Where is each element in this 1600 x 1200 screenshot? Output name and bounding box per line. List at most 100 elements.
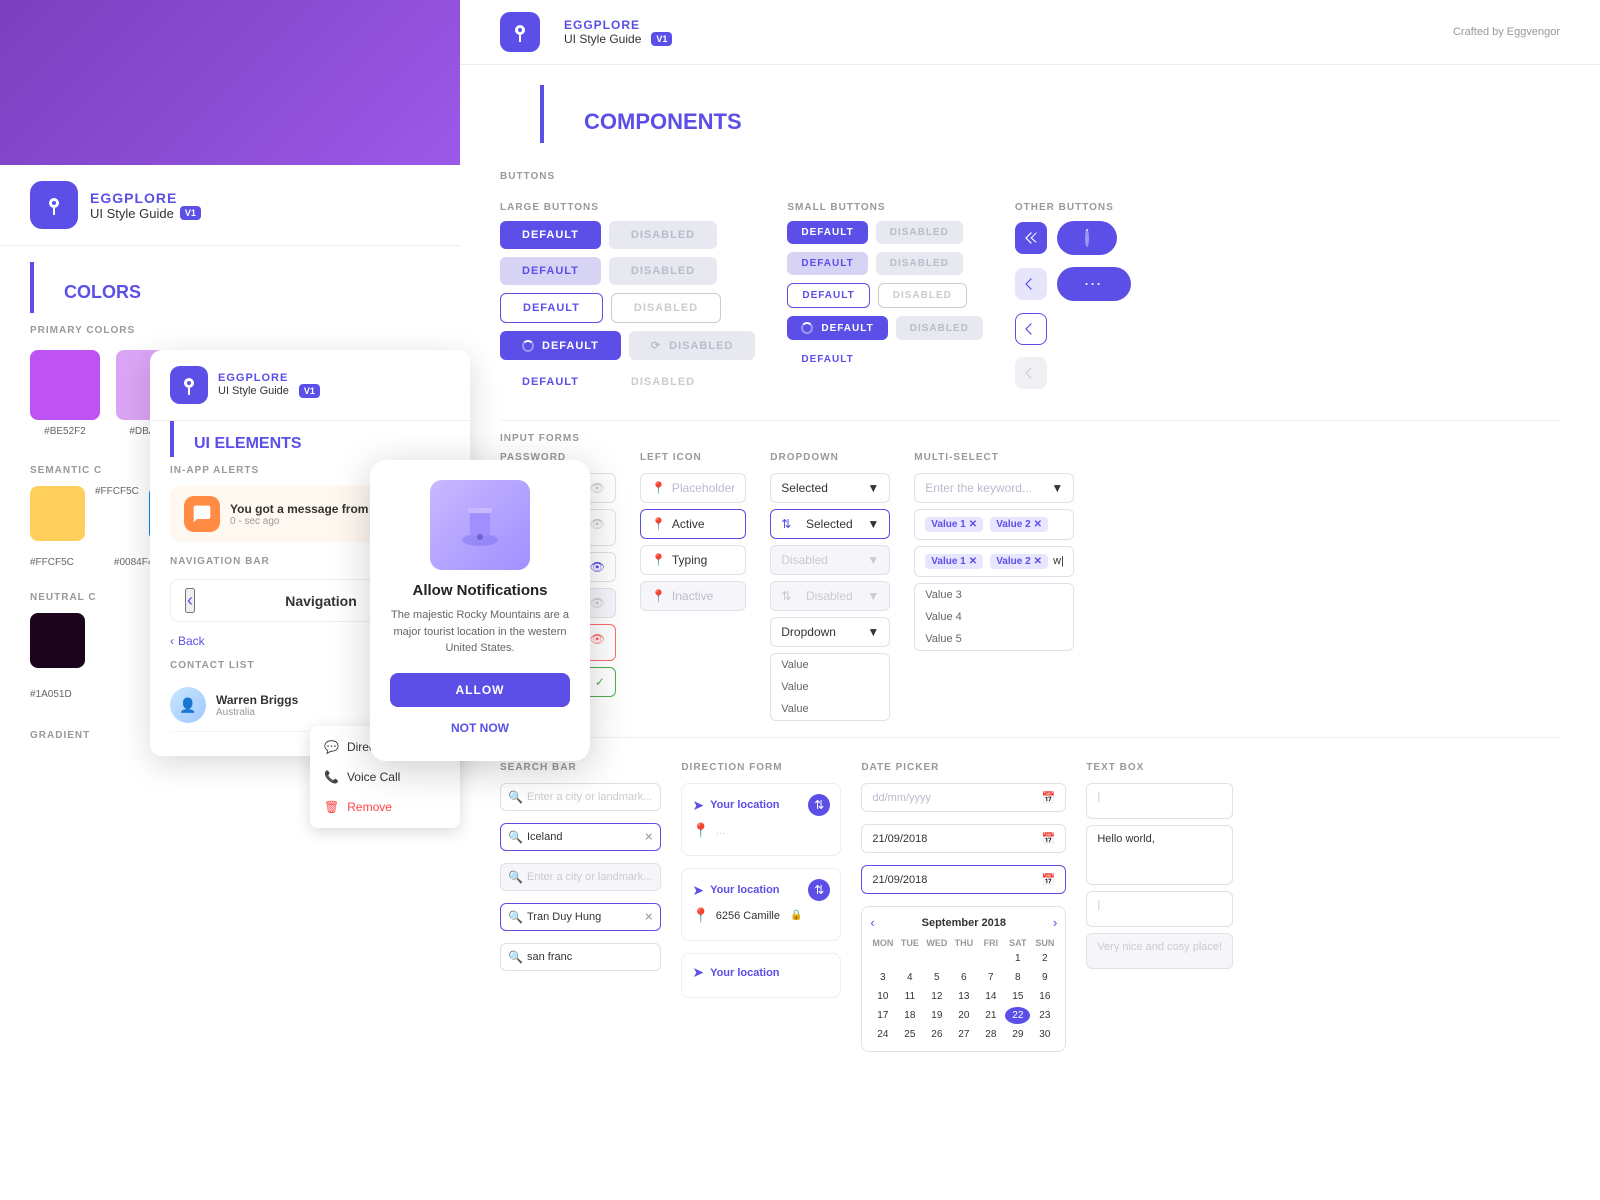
- cal-day-11[interactable]: 11: [897, 988, 922, 1005]
- cal-day-26[interactable]: 26: [924, 1026, 949, 1043]
- tag-value-4[interactable]: Value 2 ✕: [990, 554, 1048, 569]
- dropdown-selected-text-1: Selected: [781, 481, 828, 495]
- cal-prev-btn[interactable]: ‹: [870, 915, 874, 930]
- cal-day-30[interactable]: 30: [1032, 1026, 1057, 1043]
- small-spinner[interactable]: DEFAULT: [787, 316, 887, 340]
- cal-day-8[interactable]: 8: [1005, 969, 1030, 986]
- cal-day-25[interactable]: 25: [897, 1026, 922, 1043]
- small-ghost[interactable]: DEFAULT: [787, 348, 867, 371]
- search-field-4[interactable]: Tran Duy Hung: [500, 903, 661, 931]
- ms-opt-5[interactable]: Value 5: [915, 628, 1073, 650]
- tag-x-4[interactable]: ✕: [1034, 556, 1042, 567]
- allow-btn[interactable]: ALLOW: [390, 673, 570, 707]
- cal-day-9[interactable]: 9: [1032, 969, 1057, 986]
- cal-day-5[interactable]: 5: [924, 969, 949, 986]
- cal-day-13[interactable]: 13: [951, 988, 976, 1005]
- cal-day-15[interactable]: 15: [1005, 988, 1030, 1005]
- cal-day-22[interactable]: 22: [1005, 1007, 1030, 1024]
- cal-day-19[interactable]: 19: [924, 1007, 949, 1024]
- date-input-active[interactable]: 21/09/2018 📅: [861, 865, 1066, 894]
- cal-day-14[interactable]: 14: [978, 988, 1003, 1005]
- multiselect-search[interactable]: Enter the keyword... ▼: [914, 473, 1074, 503]
- ctx-voice-call[interactable]: 📞 Voice Call: [310, 762, 460, 792]
- tag-x-2[interactable]: ✕: [1034, 519, 1042, 530]
- small-default-2[interactable]: DEFAULT: [787, 252, 867, 275]
- calendar-icon-3[interactable]: 📅: [1042, 873, 1056, 886]
- large-outline-btn[interactable]: DEFAULT: [500, 293, 603, 323]
- large-ghost-btn[interactable]: DEFAULT: [500, 368, 601, 396]
- nav-icon-btn-2[interactable]: [1015, 268, 1047, 300]
- cal-day-18[interactable]: 18: [897, 1007, 922, 1024]
- pill-btn-dots[interactable]: ···: [1057, 267, 1131, 301]
- nav-icon-btn-3[interactable]: [1015, 313, 1047, 345]
- cal-day-1[interactable]: 1: [1005, 950, 1030, 967]
- cal-day-17[interactable]: 17: [870, 1007, 895, 1024]
- text-box-empty-2[interactable]: |: [1086, 891, 1233, 927]
- cal-next-btn[interactable]: ›: [1053, 915, 1057, 930]
- ctx-remove[interactable]: 🗑 Remove: [310, 792, 460, 822]
- dropdown-default[interactable]: Dropdown ▼: [770, 617, 890, 647]
- small-default-1[interactable]: DEFAULT: [787, 221, 867, 244]
- left-icon-typing-field[interactable]: 📍 Typing: [640, 545, 746, 575]
- large-spinner-btn[interactable]: DEFAULT: [500, 331, 621, 360]
- cal-day-27[interactable]: 27: [951, 1026, 976, 1043]
- tag-value-2[interactable]: Value 2 ✕: [990, 517, 1048, 532]
- ms-opt-3[interactable]: Value 3: [915, 584, 1073, 606]
- nav-icon-btn-1[interactable]: [1015, 222, 1047, 254]
- eye-icon-1[interactable]: 👁: [590, 481, 605, 495]
- calendar-icon-1[interactable]: 📅: [1042, 791, 1056, 804]
- not-now-btn[interactable]: NOT NOW: [390, 715, 570, 741]
- eye-icon-3[interactable]: 👁: [590, 560, 605, 574]
- tag-value-1[interactable]: Value 1 ✕: [925, 517, 983, 532]
- small-btn-row-5: DEFAULT: [787, 348, 983, 371]
- cal-day-2[interactable]: 2: [1032, 950, 1057, 967]
- dropdown-selected-2[interactable]: ⇅ Selected ▼: [770, 509, 890, 539]
- cal-day-10[interactable]: 10: [870, 988, 895, 1005]
- search-field-5[interactable]: san franc: [500, 943, 661, 971]
- input-forms-label: INPUT FORMS: [500, 433, 1560, 444]
- cal-day-20[interactable]: 20: [951, 1007, 976, 1024]
- dropdown-selected-1[interactable]: Selected ▼: [770, 473, 890, 503]
- search-field-1[interactable]: Enter a city or landmark...: [500, 783, 661, 811]
- cal-day-16[interactable]: 16: [1032, 988, 1057, 1005]
- clear-icon-1[interactable]: ✕: [644, 831, 653, 844]
- text-box-filled[interactable]: Hello world,: [1086, 825, 1233, 885]
- tag-x-3[interactable]: ✕: [969, 556, 977, 567]
- cal-day-21[interactable]: 21: [978, 1007, 1003, 1024]
- typing-text: Typing: [672, 553, 707, 567]
- tag-x-1[interactable]: ✕: [969, 519, 977, 530]
- cal-day-24[interactable]: 24: [870, 1026, 895, 1043]
- small-outline[interactable]: DEFAULT: [787, 283, 869, 308]
- cal-day-7[interactable]: 7: [978, 969, 1003, 986]
- tag-value-3[interactable]: Value 1 ✕: [925, 554, 983, 569]
- swap-btn-1[interactable]: ⇅: [808, 794, 830, 816]
- date-input-filled[interactable]: 21/09/2018 📅: [861, 824, 1066, 853]
- nav-icon-dir-1: ➤: [692, 797, 704, 814]
- cal-day-29[interactable]: 29: [1005, 1026, 1030, 1043]
- large-default-btn-1[interactable]: DEFAULT: [500, 221, 601, 249]
- calendar-icon-2[interactable]: 📅: [1042, 832, 1056, 845]
- multiselect-values-2[interactable]: Value 1 ✕ Value 2 ✕ w|: [914, 546, 1074, 577]
- date-input-placeholder[interactable]: dd/mm/yyyy 📅: [861, 783, 1066, 812]
- clear-icon-2[interactable]: ✕: [644, 911, 653, 924]
- cal-day-12[interactable]: 12: [924, 988, 949, 1005]
- search-field-2[interactable]: Iceland: [500, 823, 661, 851]
- cal-day-4[interactable]: 4: [897, 969, 922, 986]
- left-icon-active-field[interactable]: 📍 Active: [640, 509, 746, 539]
- nav-back-btn[interactable]: ‹: [185, 588, 195, 613]
- large-default-btn-2[interactable]: DEFAULT: [500, 257, 601, 285]
- cal-day-23[interactable]: 23: [1032, 1007, 1057, 1024]
- nav-icon-btn-4[interactable]: [1015, 357, 1047, 389]
- cal-day-6[interactable]: 6: [951, 969, 976, 986]
- cal-day-3[interactable]: 3: [870, 969, 895, 986]
- small-btn-row-3: DEFAULT DISABLED: [787, 283, 983, 308]
- multiselect-values-1[interactable]: Value 1 ✕ Value 2 ✕: [914, 509, 1074, 540]
- eye-icon-2[interactable]: 👁: [590, 517, 605, 531]
- pill-btn-circle[interactable]: [1057, 221, 1117, 255]
- cal-day-28[interactable]: 28: [978, 1026, 1003, 1043]
- text-box-empty-1[interactable]: |: [1086, 783, 1233, 819]
- swap-btn-2[interactable]: ⇅: [808, 879, 830, 901]
- eye-icon-5[interactable]: 👁: [590, 632, 605, 646]
- ms-opt-4[interactable]: Value 4: [915, 606, 1073, 628]
- left-icon-placeholder-field[interactable]: 📍 Placeholder: [640, 473, 746, 503]
